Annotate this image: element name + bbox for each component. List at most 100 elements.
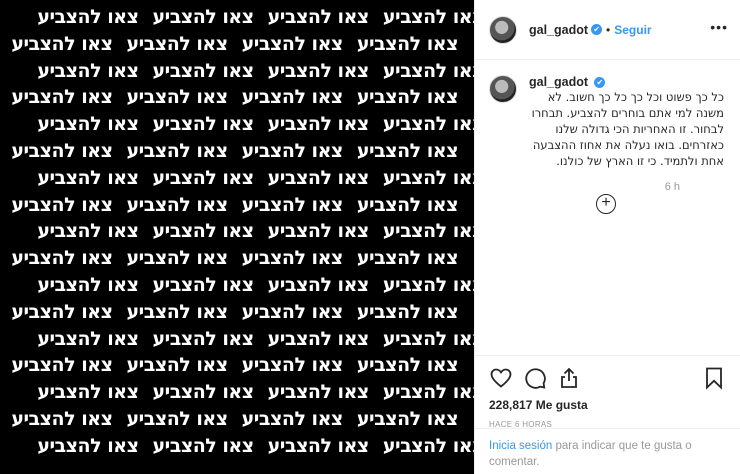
- pattern-text: צאו להצביע: [356, 32, 459, 55]
- comment-icon[interactable]: [523, 366, 547, 390]
- pattern-text: צאו להצביע: [241, 300, 344, 323]
- share-icon[interactable]: [557, 366, 581, 390]
- pattern-text: צאו להצביע: [267, 59, 370, 82]
- pattern-text: צאו להצביע: [126, 407, 228, 430]
- pattern-text: צאו להצביע: [356, 247, 459, 270]
- pattern-text: צאו להצביע: [11, 86, 113, 109]
- caption-username[interactable]: gal_gadot: [529, 75, 588, 89]
- pattern-text: צאו להצביע: [267, 273, 370, 296]
- pattern-text: צאו להצביע: [37, 220, 139, 243]
- pattern-text: צאו להצביע: [382, 59, 474, 82]
- pattern-row: צאו להצביע צאו להצביע צאו להצביע צאו להצביע: [0, 352, 474, 379]
- pattern-row: צאו להצביע צאו להצביע צאו להצביע צאו להצביע: [0, 111, 474, 138]
- pattern-text: צאו להצביע: [241, 193, 344, 216]
- pattern-text: צאו להצביע: [37, 273, 139, 296]
- pattern-text: צאו להצביע: [126, 247, 228, 270]
- pattern-text: צאו להצביע: [382, 434, 474, 457]
- pattern-text: צאו להצביע: [152, 273, 254, 296]
- pattern-row: צאו להצביע צאו להצביע צאו להצביע צאו להצביע: [0, 58, 474, 85]
- pattern-text: צאו להצביע: [356, 354, 459, 377]
- pattern-text: צאו להצביע: [37, 166, 139, 189]
- pattern-text: צאו להצביע: [152, 6, 254, 28]
- pattern-row: צאו להצביע צאו להצביע צאו להצביע צאו להצביע: [0, 31, 474, 58]
- pattern-text: צאו להצביע: [37, 113, 139, 136]
- pattern-row: צאו להצביע צאו להצביע צאו להצביע צאו להצביע: [0, 84, 474, 111]
- pattern-row: צאו להצביע צאו להצביע צאו להצביע צאו להצביע: [0, 245, 474, 272]
- caption-avatar[interactable]: [489, 75, 517, 103]
- pattern-text: צאו להצביע: [11, 139, 113, 162]
- separator-dot: •: [606, 22, 611, 37]
- pattern-text: צאו להצביע: [241, 247, 344, 270]
- instagram-post: צאו להצביע צאו להצביע צאו להצביע צאו להצביע…: [0, 0, 740, 474]
- pattern-text: צאו להצביע: [356, 193, 459, 216]
- bookmark-icon[interactable]: [702, 366, 726, 390]
- pattern-text: צאו להצביע: [11, 193, 113, 216]
- pattern-text: צאו להצביע: [267, 6, 370, 28]
- login-link[interactable]: Inicia sesión: [489, 440, 552, 452]
- pattern-row: צאו להצביע צאו להצביע צאו להצביע צאו להצביע: [0, 138, 474, 165]
- follow-button[interactable]: Seguir: [614, 23, 651, 37]
- pattern-text: צאו להצביע: [11, 247, 113, 270]
- pattern-row: צאו להצביע צאו להצביע צאו להצביע צאו להצביע: [0, 406, 474, 433]
- pattern-text: צאו להצביע: [267, 434, 370, 457]
- pattern-text: צאו להצביע: [11, 300, 113, 323]
- pattern-text: צאו להצביע: [267, 327, 370, 350]
- pattern-text: צאו להצביע: [126, 32, 228, 55]
- more-options-icon[interactable]: •••: [710, 20, 728, 34]
- pattern-text: צאו להצביע: [382, 327, 474, 350]
- pattern-row: צאו להצביע צאו להצביע צאו להצביע צאו להצביע: [0, 192, 474, 219]
- pattern-text: צאו להצביע: [382, 113, 474, 136]
- pattern-text: צאו להצביע: [152, 113, 254, 136]
- pattern-row: צאו להצביע צאו להצביע צאו להצביע צאו להצביע: [0, 4, 474, 31]
- pattern-row: צאו להצביע צאו להצביע צאו להצביע צאו להצביע: [0, 165, 474, 192]
- post-header: gal_gadot ✔ • Seguir •••: [475, 0, 740, 60]
- pattern-text: צאו להצביע: [241, 86, 344, 109]
- pattern-text: צאו להצביע: [241, 407, 344, 430]
- pattern-text: צאו להצביע: [382, 166, 474, 189]
- header-username[interactable]: gal_gadot: [529, 23, 588, 37]
- pattern-text: צאו להצביע: [152, 220, 254, 243]
- pattern-text: צאו להצביע: [152, 434, 254, 457]
- post-side-panel: gal_gadot ✔ • Seguir ••• gal_gadot ✔ כל …: [474, 0, 740, 474]
- pattern-text: צאו להצביע: [152, 166, 254, 189]
- pattern-row: צאו להצביע צאו להצביע צאו להצביע צאו להצביע: [0, 272, 474, 299]
- avatar[interactable]: [489, 15, 517, 44]
- likes-count[interactable]: 228,817 Me gusta: [489, 398, 726, 412]
- pattern-text: צאו להצביע: [267, 220, 370, 243]
- caption: gal_gadot ✔ כל כך פשוט וכל כך כל כך חשוב…: [489, 75, 726, 193]
- pattern-text: צאו להצביע: [241, 32, 344, 55]
- pattern-text: צאו להצביע: [126, 139, 228, 162]
- pattern-text: צאו להצביע: [126, 354, 228, 377]
- pattern-text: צאו להצביע: [382, 273, 474, 296]
- verified-badge-icon: ✔: [591, 24, 603, 35]
- comments-area: gal_gadot ✔ כל כך פשוט וכל כך כל כך חשוב…: [475, 61, 740, 361]
- pattern-text: צאו להצביע: [152, 327, 254, 350]
- caption-text: כל כך פשוט וכל כך כל כך חשוב. לא משנה למ…: [531, 90, 724, 168]
- caption-body: gal_gadot ✔ כל כך פשוט וכל כך כל כך חשוב…: [529, 75, 724, 193]
- pattern-text: צאו להצביע: [267, 113, 370, 136]
- pattern-text: צאו להצביע: [241, 354, 344, 377]
- pattern-text: צאו להצביע: [126, 86, 228, 109]
- pattern-text: צאו להצביע: [11, 32, 113, 55]
- pattern-row: צאו להצביע צאו להצביע צאו להצביע צאו להצביע: [0, 326, 474, 353]
- pattern-text-grid: צאו להצביע צאו להצביע צאו להצביע צאו להצביע…: [0, 4, 474, 460]
- pattern-text: צאו להצביע: [37, 59, 139, 82]
- pattern-text: צאו להצביע: [356, 407, 459, 430]
- pattern-row: צאו להצביע צאו להצביע צאו להצביע צאו להצביע: [0, 433, 474, 460]
- post-image[interactable]: צאו להצביע צאו להצביע צאו להצביע צאו להצביע…: [0, 0, 474, 474]
- post-actions: 228,817 Me gusta HACE 6 HORAS: [475, 355, 740, 429]
- pattern-text: צאו להצביע: [356, 139, 459, 162]
- pattern-text: צאו להצביע: [267, 381, 370, 404]
- pattern-row: צאו להצביע צאו להצביע צאו להצביע צאו להצביע: [0, 379, 474, 406]
- pattern-text: צאו להצביע: [267, 166, 370, 189]
- pattern-text: צאו להצביע: [37, 327, 139, 350]
- pattern-row: צאו להצביע צאו להצביע צאו להצביע צאו להצביע: [0, 299, 474, 326]
- pattern-text: צאו להצביע: [11, 407, 113, 430]
- pattern-text: צאו להצביע: [37, 381, 139, 404]
- heart-icon[interactable]: [489, 366, 513, 390]
- load-more-comments-icon[interactable]: +: [596, 194, 616, 214]
- pattern-text: צאו להצביע: [356, 300, 459, 323]
- pattern-row: צאו להצביע צאו להצביע צאו להצביע צאו להצביע: [0, 218, 474, 245]
- pattern-text: צאו להצביע: [126, 193, 228, 216]
- login-prompt: Inicia sesión para indicar que te gusta …: [475, 428, 740, 474]
